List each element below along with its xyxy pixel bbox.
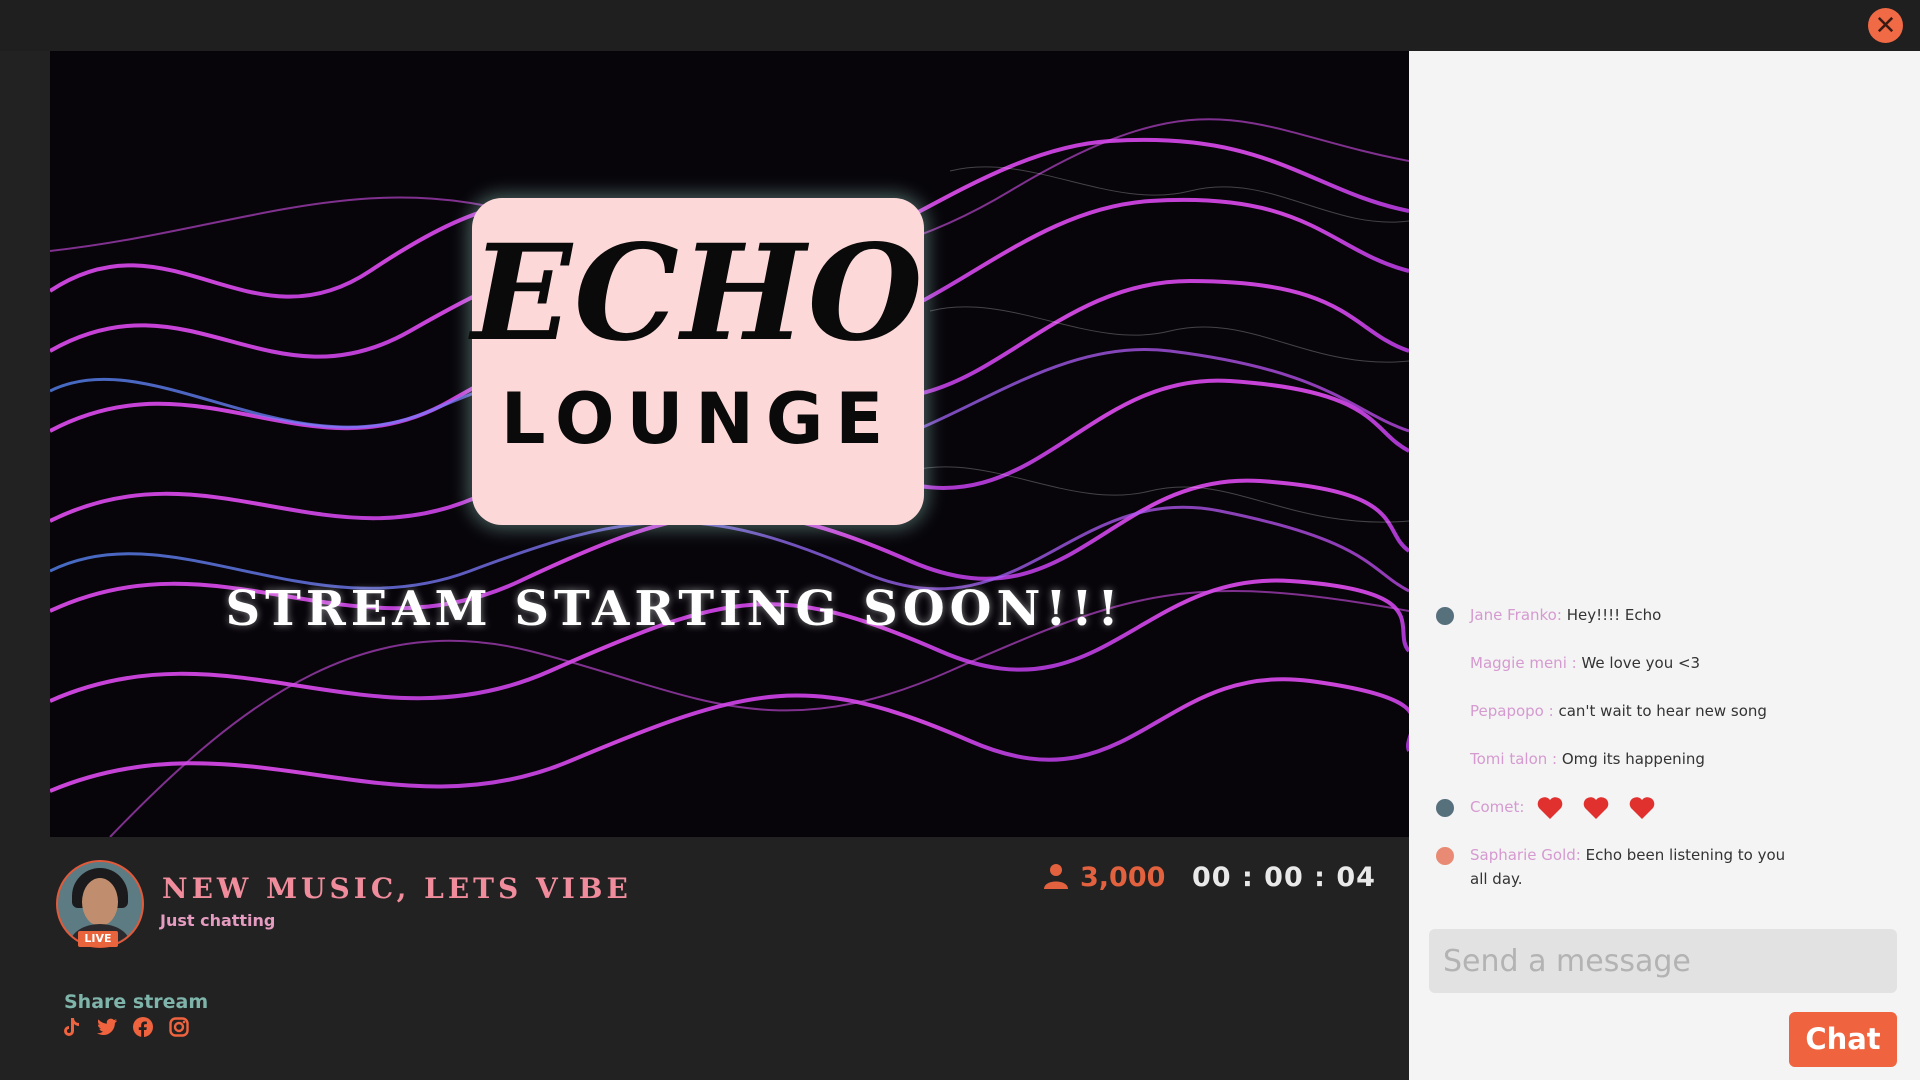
channel-logo: ECHO LOUNGE (471, 198, 925, 525)
chat-username[interactable]: Comet: (1470, 798, 1524, 816)
chat-username[interactable]: Sapharie Gold: (1470, 846, 1581, 864)
chat-username[interactable]: Tomi talon : (1470, 750, 1557, 768)
user-avatar (1436, 847, 1454, 865)
chat-username[interactable]: Pepapopo : (1470, 702, 1554, 720)
tiktok-icon[interactable] (60, 1016, 82, 1038)
share-stream-label: Share stream (64, 991, 209, 1013)
stream-title: NEW MUSIC, LETS VIBE (162, 872, 632, 905)
chat-username[interactable]: Jane Franko: (1470, 606, 1562, 624)
chat-text: can't wait to hear new song (1558, 702, 1767, 720)
chat-text: Hey!!!! Echo (1566, 606, 1662, 624)
user-avatar (1436, 607, 1454, 625)
chat-text: Omg its happening (1561, 750, 1705, 768)
chat-text: We love you <3 (1581, 654, 1701, 672)
facebook-icon[interactable] (132, 1016, 154, 1038)
chat-username[interactable]: Maggie meni : (1470, 654, 1577, 672)
top-bar: ✕ (0, 0, 1920, 51)
logo-subtitle: LOUNGE (500, 378, 896, 460)
stream-starting-text: STREAM STARTING SOON!!! (225, 581, 1124, 637)
share-icons (60, 1016, 190, 1038)
viewer-count-number: 3,000 (1080, 862, 1166, 893)
heart-emojis (1537, 796, 1655, 820)
chat-panel: Jane Franko: Hey!!!! Echo Maggie meni : … (1409, 51, 1920, 1080)
heart-icon (1537, 796, 1563, 819)
viewer-count: 3,000 (1044, 862, 1165, 893)
heart-icon (1583, 796, 1609, 819)
logo-title: ECHO (471, 216, 925, 371)
chat-send-button[interactable]: Chat (1789, 1012, 1897, 1067)
video-player[interactable]: ECHO LOUNGE STREAM STARTING SOON!!! (50, 51, 1409, 837)
twitter-icon[interactable] (96, 1016, 118, 1038)
close-icon[interactable]: ✕ (1868, 8, 1903, 43)
chat-message-input[interactable] (1429, 929, 1897, 993)
heart-icon (1629, 796, 1655, 819)
instagram-icon[interactable] (168, 1016, 190, 1038)
stream-category[interactable]: Just chatting (160, 911, 275, 930)
user-avatar (1436, 799, 1454, 817)
person-icon (1044, 863, 1068, 893)
live-badge: LIVE (78, 931, 118, 947)
stream-timer: 00 : 00 : 04 (1192, 862, 1376, 893)
